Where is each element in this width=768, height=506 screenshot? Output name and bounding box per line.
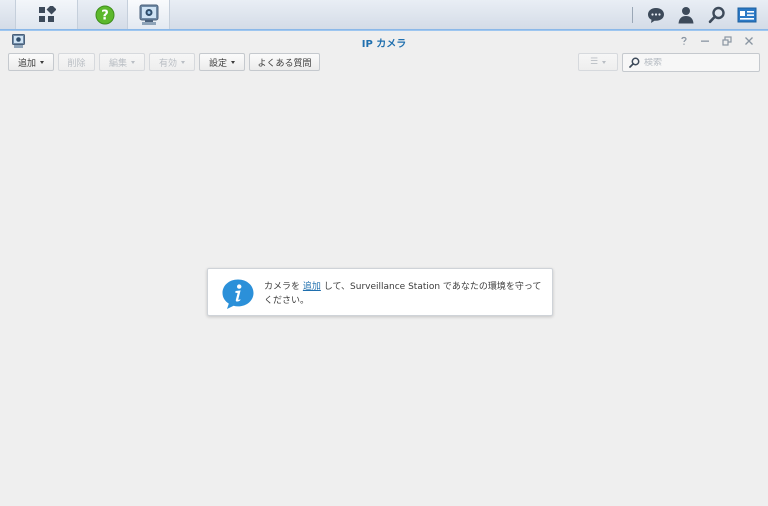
user-icon — [678, 7, 694, 24]
window-title: IP カメラ — [361, 39, 407, 50]
enable-button-label: 有効 — [158, 58, 177, 69]
widget-icon — [737, 7, 757, 23]
chat-icon — [648, 8, 664, 23]
add-camera-link[interactable]: 追加 — [303, 282, 321, 292]
settings-button-label: 設定 — [208, 58, 227, 69]
minimize-icon[interactable] — [698, 34, 712, 48]
search-input[interactable] — [644, 57, 754, 68]
edit-button-label: 編集 — [108, 58, 127, 69]
edit-button[interactable]: 編集 — [99, 53, 145, 71]
grid-apps-icon — [38, 5, 56, 22]
help-app-button[interactable]: ? — [84, 0, 126, 29]
help-icon: ? — [95, 5, 115, 24]
chevron-down-icon — [40, 60, 44, 64]
delete-button[interactable]: 削除 — [58, 53, 95, 71]
restore-icon[interactable] — [720, 34, 734, 48]
add-button[interactable]: 追加 — [8, 53, 54, 71]
faq-button[interactable]: よくある質問 — [249, 53, 320, 71]
user-button[interactable] — [675, 4, 697, 26]
chat-button[interactable] — [645, 4, 667, 26]
camera-app-icon — [139, 4, 158, 25]
enable-button[interactable]: 有効 — [149, 53, 195, 71]
window-help-icon[interactable] — [677, 34, 691, 48]
search-button[interactable] — [706, 4, 728, 26]
svg-text:?: ? — [101, 8, 109, 23]
view-mode-button[interactable]: ☰ — [578, 53, 618, 71]
chevron-down-icon — [602, 60, 607, 64]
search-box[interactable] — [622, 53, 760, 72]
taskbar: ? — [0, 0, 768, 30]
message-text-before: カメラを — [264, 282, 303, 292]
delete-button-label: 削除 — [67, 58, 86, 69]
chevron-down-icon — [231, 60, 235, 64]
search-icon — [708, 6, 725, 24]
taskbar-separator — [632, 7, 633, 23]
main-menu-button[interactable] — [15, 0, 78, 29]
list-view-icon: ☰ — [589, 57, 599, 67]
empty-state-panel: カメラを 追加 して、Surveillance Station であなたの環境を… — [207, 268, 553, 316]
close-icon[interactable] — [742, 34, 756, 48]
chevron-down-icon — [131, 60, 135, 64]
settings-button[interactable]: 設定 — [199, 53, 245, 71]
chevron-down-icon — [181, 60, 185, 64]
window-header: IP カメラ — [0, 30, 768, 51]
empty-state-message: カメラを 追加 して、Surveillance Station であなたの環境を… — [264, 280, 544, 308]
toolbar: 追加 削除 編集 有効 設定 よくある質問 ☰ — [0, 53, 768, 73]
widget-button[interactable] — [736, 4, 758, 26]
faq-button-label: よくある質問 — [257, 58, 312, 69]
surveillance-app-button[interactable] — [127, 0, 170, 29]
search-icon — [629, 57, 640, 68]
add-button-label: 追加 — [17, 58, 36, 69]
info-icon — [221, 278, 255, 313]
